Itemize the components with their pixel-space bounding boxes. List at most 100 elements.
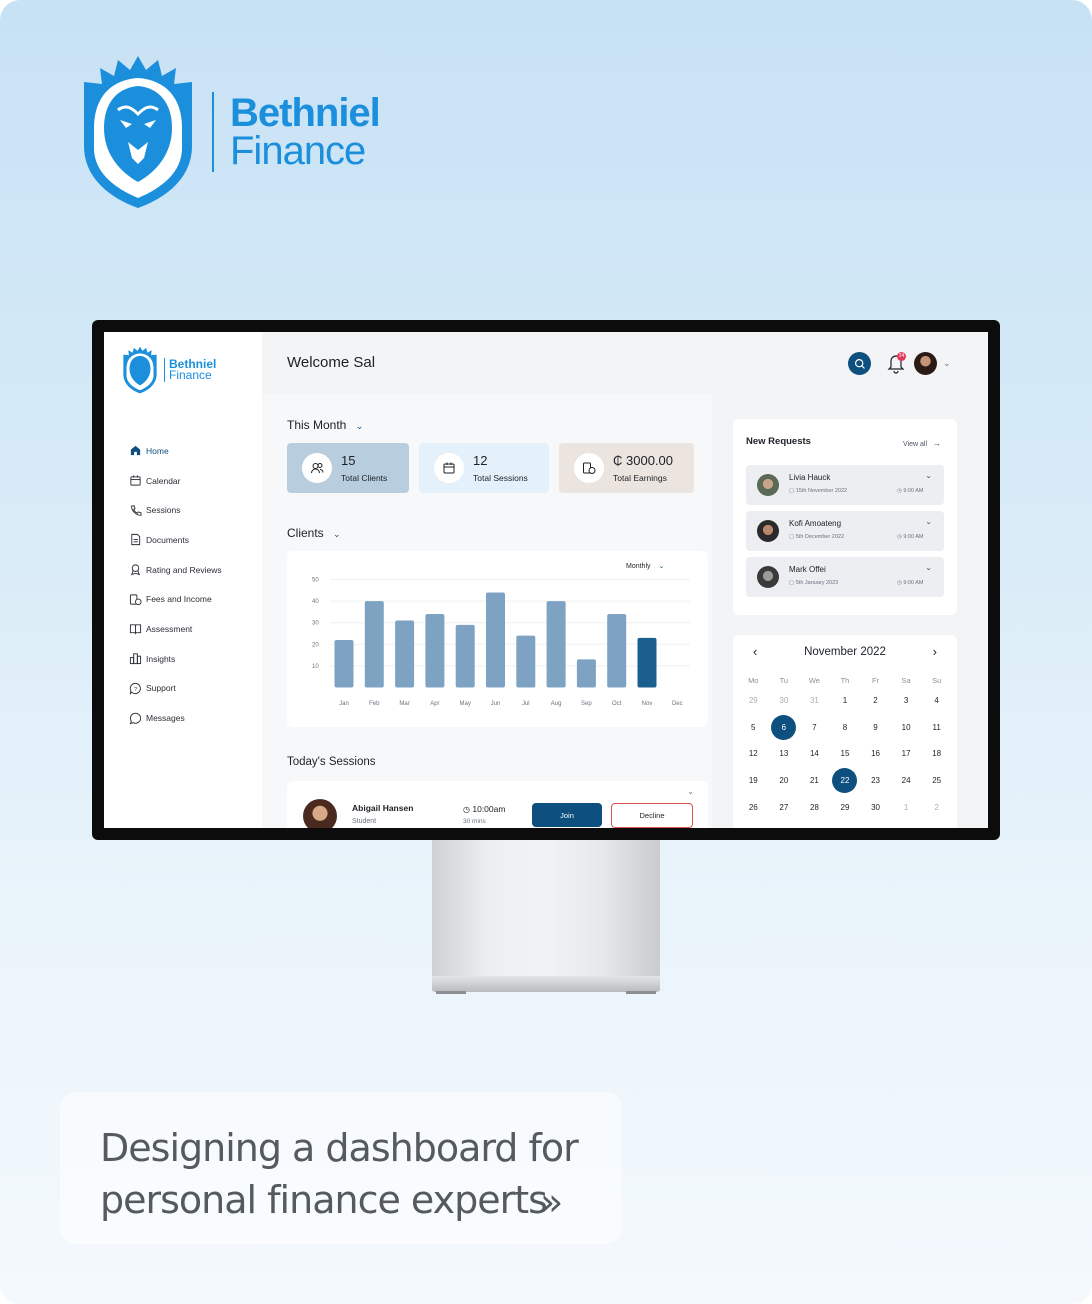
calendar-day[interactable]: 25 (921, 776, 952, 785)
calendar-day[interactable]: 22 (830, 767, 861, 793)
sidebar-item-insights[interactable]: Insights (128, 644, 222, 674)
chevron-down-icon[interactable]: ⌄ (925, 563, 932, 572)
sidebar-logo[interactable]: Bethniel Finance (122, 346, 216, 394)
calendar-day[interactable]: 11 (921, 723, 952, 732)
calendar-day[interactable]: 12 (738, 749, 769, 758)
calendar-day[interactable]: 26 (738, 803, 769, 812)
search-button[interactable] (848, 352, 871, 375)
message-icon (128, 711, 142, 725)
calendar-day[interactable]: 7 (799, 723, 830, 732)
calendar-day[interactable]: 14 (799, 749, 830, 758)
dashboard-screen: Bethniel Finance Home Calendar Sessions (104, 332, 988, 828)
join-button[interactable]: Join (532, 803, 602, 827)
chevron-down-icon[interactable]: ⌄ (943, 358, 951, 369)
caption-card: Designing a dashboard for personal finan… (60, 1092, 622, 1244)
calendar-day[interactable]: 29 (738, 696, 769, 705)
chart-bar-jul[interactable] (516, 635, 536, 688)
calendar-day[interactable]: 1 (891, 803, 922, 812)
calendar-day[interactable]: 31 (799, 696, 830, 705)
chart-bar-apr[interactable] (425, 614, 445, 688)
calendar-day[interactable]: 29 (830, 803, 861, 812)
avatar (757, 474, 779, 496)
x-tick-label: Jan (339, 701, 349, 707)
calendar-day[interactable]: 8 (830, 723, 861, 732)
decline-button[interactable]: Decline (611, 803, 693, 828)
sidebar-item-documents[interactable]: Documents (128, 525, 222, 555)
request-item[interactable]: Kofi Amoateng ▢ 5th December 2022 ◷ 9:00… (746, 511, 944, 551)
stat-card-sessions[interactable]: 12 Total Sessions (419, 443, 549, 493)
session-client-role: Student (352, 818, 377, 825)
x-tick-label: Jul (522, 701, 530, 707)
calendar-day-number: 29 (840, 802, 850, 812)
calendar-week-row: 26 27 28 29 30 1 2 (738, 794, 952, 821)
todays-sessions-title: Today's Sessions (287, 756, 376, 768)
calendar-day-number: 20 (779, 775, 789, 785)
stat-card-clients[interactable]: 15 Total Clients (287, 443, 409, 493)
request-item[interactable]: Mark Offei ▢ 5th January 2023 ◷ 9:00 AM … (746, 557, 944, 597)
calendar-day[interactable]: 18 (921, 749, 952, 758)
request-name: Livia Hauck (789, 473, 831, 482)
stat-card-earnings[interactable]: ₵ 3000.00 Total Earnings (559, 443, 694, 493)
chart-bar-may[interactable] (455, 624, 475, 688)
calendar-day[interactable]: 23 (860, 776, 891, 785)
avatar (757, 520, 779, 542)
calendar-day[interactable]: 1 (830, 696, 861, 705)
chart-bar-feb[interactable] (364, 601, 384, 688)
x-tick-label: Mar (399, 701, 409, 707)
calendar-day[interactable]: 20 (769, 776, 800, 785)
calendar-day[interactable]: 17 (891, 749, 922, 758)
request-name: Kofi Amoateng (789, 519, 842, 528)
sidebar-item-sessions[interactable]: Sessions (128, 495, 222, 525)
calendar-day[interactable]: 15 (830, 749, 861, 758)
calendar-day[interactable]: 24 (891, 776, 922, 785)
calendar-day[interactable]: 4 (921, 696, 952, 705)
arrow-right-icon: → (932, 438, 941, 448)
calendar-day[interactable]: 21 (799, 776, 830, 785)
period-selector[interactable]: This Month ⌄ (287, 418, 363, 432)
calendar-day[interactable]: 2 (921, 803, 952, 812)
notification-badge: 24 (897, 352, 906, 361)
chart-bar-jan[interactable] (334, 639, 354, 688)
calendar-day[interactable]: 10 (891, 723, 922, 732)
calendar-day-number: 28 (809, 802, 819, 812)
chart-bar-oct[interactable] (607, 614, 627, 688)
sidebar-item-calendar[interactable]: Calendar (128, 466, 222, 496)
calendar-day[interactable]: 30 (769, 696, 800, 705)
sidebar-item-assessment[interactable]: Assessment (128, 614, 222, 644)
calendar-day[interactable]: 19 (738, 776, 769, 785)
chevron-down-icon[interactable]: ⌄ (687, 787, 694, 796)
calendar-day[interactable]: 13 (769, 749, 800, 758)
chart-bar-mar[interactable] (395, 620, 415, 688)
sidebar-item-label: Rating and Reviews (146, 564, 222, 575)
double-chevron-right-icon[interactable]: » (540, 1180, 563, 1224)
calendar-day[interactable]: 6 (769, 714, 800, 740)
calendar-day[interactable]: 27 (769, 803, 800, 812)
request-item[interactable]: Livia Hauck ▢ 15th November 2022 ◷ 9:00 … (746, 465, 944, 505)
clients-selector[interactable]: Clients ⌄ (287, 526, 341, 540)
sidebar-item-fees-and-income[interactable]: Fees and Income (128, 584, 222, 614)
chevron-right-icon[interactable]: › (933, 644, 937, 659)
sidebar-item-rating-and-reviews[interactable]: Rating and Reviews (128, 555, 222, 585)
chart-bar-nov[interactable] (637, 637, 657, 688)
calendar-day[interactable]: 30 (860, 803, 891, 812)
chart-bar-aug[interactable] (546, 601, 566, 688)
chart-bar-jun[interactable] (486, 592, 505, 688)
chevron-down-icon[interactable]: ⌄ (925, 471, 932, 480)
calendar-day[interactable]: 28 (799, 803, 830, 812)
calendar-day[interactable]: 3 (891, 696, 922, 705)
calendar-day[interactable]: 2 (860, 696, 891, 705)
calendar-day[interactable]: 5 (738, 723, 769, 732)
calendar-week-row: 12 13 14 15 16 17 18 (738, 740, 952, 767)
calendar-day-number: 11 (932, 722, 941, 732)
sidebar-item-home[interactable]: Home (128, 436, 222, 466)
chart-bar-sep[interactable] (576, 659, 596, 688)
new-requests-card: New Requests View all → Livia Hauck ▢ 15… (733, 419, 957, 615)
sidebar-item-messages[interactable]: Messages (128, 703, 222, 733)
calendar-day[interactable]: 16 (860, 749, 891, 758)
view-all-link[interactable]: View all → (903, 438, 941, 448)
chevron-down-icon[interactable]: ⌄ (925, 517, 932, 526)
sidebar-item-support[interactable]: ? Support (128, 674, 222, 704)
notification-button[interactable]: 24 (886, 352, 906, 374)
calendar-day[interactable]: 9 (860, 723, 891, 732)
user-avatar[interactable] (914, 352, 937, 375)
